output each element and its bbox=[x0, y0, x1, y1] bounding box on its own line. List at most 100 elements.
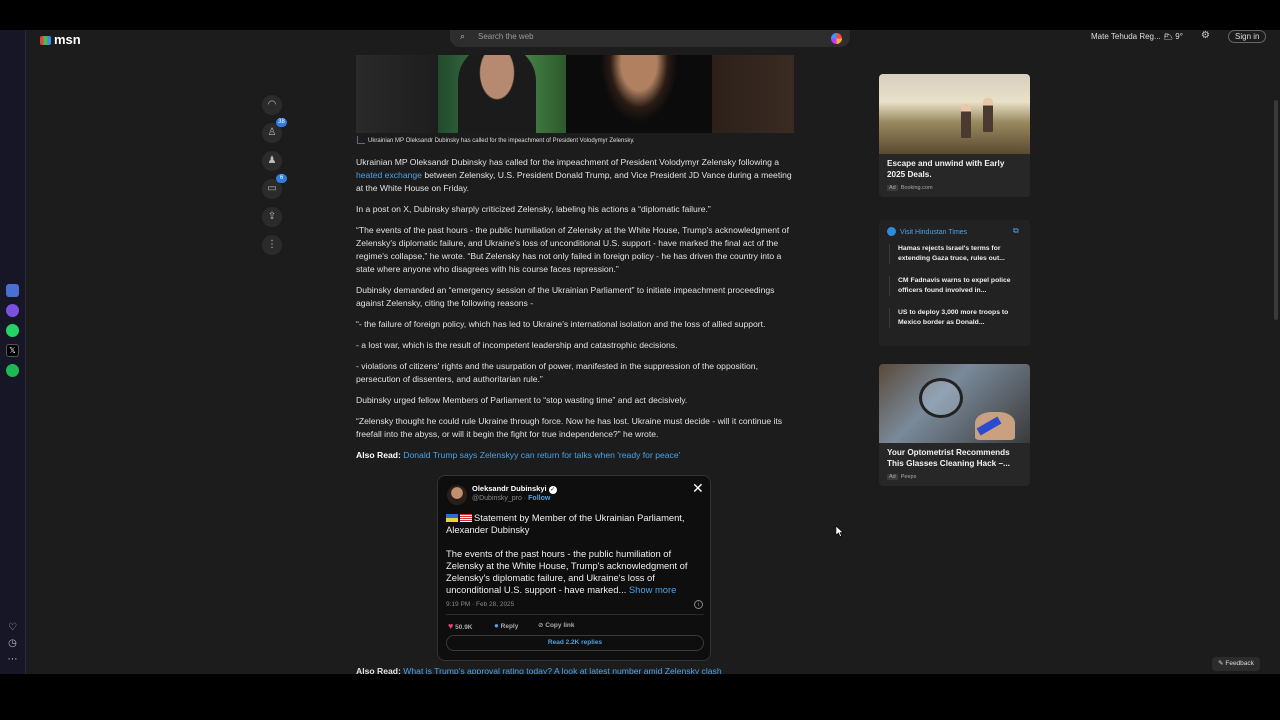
list-item[interactable]: Hamas rejects Israel's terms for extendi… bbox=[889, 244, 1021, 264]
tweet-title-text: Statement by Member of the Ukrainian Par… bbox=[446, 512, 685, 535]
ad-source-row-2: Ad Peeps bbox=[879, 469, 1030, 486]
whatsapp-icon[interactable] bbox=[6, 324, 19, 337]
news-card-hindustan-times: Visit Hindustan Times ⧉ Hamas rejects Is… bbox=[879, 220, 1030, 346]
tweet-timestamp[interactable]: 9:19 PM · Feb 28, 2025 bbox=[446, 601, 514, 608]
tweet-copy-label: Copy link bbox=[545, 622, 575, 629]
tweet-reply-button[interactable]: ● Reply bbox=[494, 621, 518, 630]
mouse-cursor-icon bbox=[836, 526, 844, 537]
tweet-divider bbox=[446, 614, 704, 615]
heated-exchange-link[interactable]: heated exchange bbox=[356, 170, 422, 180]
news-source-link[interactable]: Visit Hindustan Times bbox=[887, 227, 967, 236]
ad-title[interactable]: Escape and unwind with Early 2025 Deals. bbox=[879, 154, 1030, 180]
also-read-2: Also Read: What is Trump's approval rati… bbox=[356, 666, 722, 674]
follow-link[interactable]: Follow bbox=[528, 495, 550, 502]
copilot-icon[interactable] bbox=[831, 33, 842, 44]
gear-icon[interactable]: ⚙ bbox=[1201, 30, 1210, 41]
tweet-author-name: Oleksandr Dubinskyi bbox=[472, 484, 547, 493]
external-link-icon[interactable]: ⧉ bbox=[1013, 226, 1019, 236]
comment-icon: ▭ bbox=[267, 183, 277, 194]
msn-header: msn ⌕ Search the web Mate Tehuda Reg... … bbox=[26, 30, 1280, 48]
us-flag-icon bbox=[460, 514, 472, 522]
image-caption: Ukrainian MP Oleksandr Dubinsky has call… bbox=[356, 136, 794, 144]
also-read-label: Also Read: bbox=[356, 450, 401, 460]
news-source-label: Visit Hindustan Times bbox=[900, 229, 968, 236]
tweet-like-button[interactable]: ♥ 50.9K bbox=[448, 621, 473, 631]
share-icon: ⇪ bbox=[267, 211, 277, 222]
ukraine-flag-icon bbox=[446, 514, 458, 522]
heart-icon[interactable]: ♡ bbox=[7, 622, 18, 633]
x-icon[interactable]: 𝕏 bbox=[6, 344, 19, 357]
headphones-icon: ◠ bbox=[267, 99, 277, 110]
info-icon[interactable]: i bbox=[694, 600, 703, 609]
user-weather[interactable]: Mate Tehuda Reg... 🌥 9° bbox=[1091, 32, 1183, 41]
browser-viewport: 𝕏 ♡ ◷ ⋯ msn ⌕ Search the web Mate Tehuda… bbox=[0, 30, 1280, 674]
comments-badge: 6 bbox=[276, 174, 287, 183]
hero-image bbox=[356, 55, 794, 133]
msn-logo[interactable]: msn bbox=[40, 32, 81, 47]
search-input[interactable]: Search the web bbox=[478, 32, 534, 41]
list-item[interactable]: CM Fadnavis warns to expel police office… bbox=[889, 276, 1021, 296]
verified-icon: ✓ bbox=[548, 486, 557, 494]
tweet-separator: · bbox=[523, 495, 527, 502]
ad-badge-2: Ad bbox=[887, 474, 898, 480]
also-read-1: Also Read: Donald Trump says Zelenskyy c… bbox=[356, 449, 794, 462]
paragraph-6: - a lost war, which is the result of inc… bbox=[356, 340, 678, 350]
ad-source: Booking.com bbox=[900, 185, 933, 191]
ad-image-hikers bbox=[879, 74, 1030, 154]
brand-name: msn bbox=[54, 32, 81, 47]
paragraph-1-text-a: Ukrainian MP Oleksandr Dubinsky has call… bbox=[356, 157, 780, 167]
tweet-likes-count: 50.9K bbox=[455, 624, 473, 631]
ad-title-2[interactable]: Your Optometrist Recommends This Glasses… bbox=[879, 443, 1030, 469]
more-options-button[interactable]: ⋮ bbox=[262, 235, 282, 255]
avatar[interactable] bbox=[447, 485, 467, 505]
tweet-copy-link-button[interactable]: ⊘ Copy link bbox=[538, 621, 575, 629]
listen-button[interactable]: ◠ bbox=[262, 95, 282, 115]
app-icon-copilot[interactable] bbox=[6, 284, 19, 297]
like-button[interactable]: ♙ 38 bbox=[262, 118, 287, 143]
paragraph-7: - violations of citizens' rights and the… bbox=[356, 361, 758, 384]
more-icon[interactable]: ⋯ bbox=[7, 654, 18, 665]
ad-card-peeps[interactable]: Your Optometrist Recommends This Glasses… bbox=[879, 364, 1030, 486]
read-replies-button[interactable]: Read 2.2K replies bbox=[446, 635, 704, 651]
tweet-author[interactable]: Oleksandr Dubinskyi ✓ bbox=[472, 484, 557, 494]
hindustan-times-logo-icon bbox=[887, 227, 896, 236]
also-read-label-2: Also Read: bbox=[356, 666, 401, 674]
comments-button[interactable]: ▭ 6 bbox=[262, 174, 287, 199]
ad-source-2: Peeps bbox=[900, 474, 917, 480]
feedback-button[interactable]: ✎ Feedback bbox=[1212, 657, 1260, 671]
also-read-link-2[interactable]: What is Trump's approval rating today? A… bbox=[403, 666, 721, 674]
x-logo-icon[interactable]: ✕ bbox=[692, 480, 704, 497]
ad-source-row: Ad Booking.com bbox=[879, 180, 1030, 197]
ad-badge: Ad bbox=[887, 185, 898, 191]
link-icon: ⊘ bbox=[538, 622, 544, 629]
spotify-icon[interactable] bbox=[6, 364, 19, 377]
paragraph-5: “- the failure of foreign policy, which … bbox=[356, 319, 766, 329]
vertical-dots-icon: ⋮ bbox=[267, 239, 277, 250]
paragraph-4: Dubinsky demanded an “emergency session … bbox=[356, 285, 775, 308]
paragraph-8: Dubinsky urged fellow Members of Parliam… bbox=[356, 395, 688, 405]
list-item[interactable]: US to deploy 3,000 more troops to Mexico… bbox=[889, 308, 1021, 328]
ad-card-booking[interactable]: Escape and unwind with Early 2025 Deals.… bbox=[879, 74, 1030, 197]
sign-in-button[interactable]: Sign in bbox=[1228, 30, 1267, 43]
share-button[interactable]: ⇪ bbox=[262, 207, 282, 227]
history-icon[interactable]: ◷ bbox=[7, 638, 18, 649]
browser-sidebar: 𝕏 ♡ ◷ ⋯ bbox=[0, 30, 26, 674]
also-read-link-1[interactable]: Donald Trump says Zelenskyy can return f… bbox=[403, 450, 680, 460]
paragraph-9: “Zelensky thought he could rule Ukraine … bbox=[356, 416, 783, 439]
search-icon: ⌕ bbox=[460, 31, 466, 41]
embedded-tweet[interactable]: Oleksandr Dubinskyi ✓ @Dubinsky_pro · Fol… bbox=[437, 475, 711, 661]
hero-image-right-portrait bbox=[566, 55, 712, 133]
search-box[interactable]: ⌕ Search the web bbox=[450, 30, 850, 47]
paragraph-2: In a post on X, Dubinsky sharply critici… bbox=[356, 204, 711, 214]
scrollbar[interactable] bbox=[1274, 100, 1278, 320]
dislike-button[interactable]: ♟ bbox=[262, 151, 282, 171]
tweet-handle: @Dubinsky_pro bbox=[472, 495, 522, 502]
messenger-icon[interactable] bbox=[6, 304, 19, 317]
paragraph-1: Ukrainian MP Oleksandr Dubinsky has call… bbox=[356, 156, 794, 195]
tweet-title: Statement by Member of the Ukrainian Par… bbox=[446, 512, 704, 536]
heart-icon: ♥ bbox=[448, 621, 454, 631]
paragraph-1-text-b: between Zelensky, U.S. President Donald … bbox=[356, 170, 792, 193]
ad-image-glasses bbox=[879, 364, 1030, 443]
show-more-link[interactable]: Show more bbox=[629, 584, 676, 595]
feedback-label: Feedback bbox=[1225, 660, 1254, 667]
